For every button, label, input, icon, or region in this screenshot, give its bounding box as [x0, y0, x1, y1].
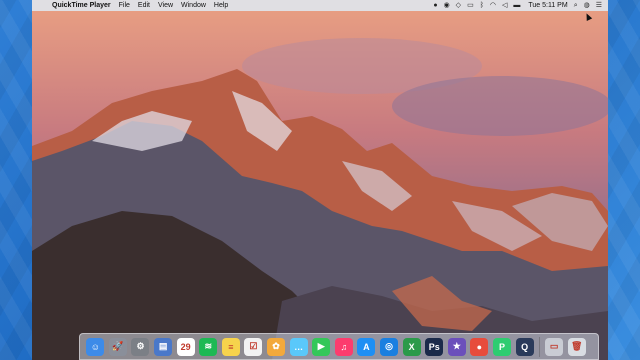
vpn-icon[interactable]: P: [492, 337, 511, 356]
chrome-icon[interactable]: ●: [470, 337, 489, 356]
sierra-mountain-wallpaper: [32, 11, 608, 360]
menu-edit[interactable]: Edit: [138, 2, 150, 9]
calendar-icon[interactable]: 29: [176, 337, 195, 356]
volume-icon[interactable]: ◁: [502, 0, 507, 11]
finder-icon[interactable]: ☺: [86, 337, 105, 356]
menu-clock[interactable]: Tue 5:11 PM: [528, 2, 567, 9]
eye-icon[interactable]: ◉: [444, 0, 450, 11]
photos-icon[interactable]: ✿: [267, 337, 286, 356]
trash-icon[interactable]: 🗑: [567, 337, 586, 356]
menu-file[interactable]: File: [119, 2, 130, 9]
itunes-icon[interactable]: ♫: [334, 337, 353, 356]
xcode-icon[interactable]: X: [402, 337, 421, 356]
reminders-icon[interactable]: ☑: [244, 337, 263, 356]
app-menu-quicktime[interactable]: QuickTime Player: [52, 2, 111, 9]
quicktime-icon[interactable]: Q: [515, 337, 534, 356]
dropbox-icon[interactable]: ◇: [456, 0, 461, 11]
launchpad-icon[interactable]: 🚀: [108, 337, 127, 356]
system-preferences-icon[interactable]: ⚙: [131, 337, 150, 356]
mac-screen: QuickTime Player File Edit View Window H…: [32, 0, 608, 360]
menu-view[interactable]: View: [158, 2, 173, 9]
record-icon[interactable]: ●: [433, 0, 437, 11]
search-icon[interactable]: ⌕: [574, 0, 578, 11]
dock-separator: [538, 336, 540, 357]
menu-bar: QuickTime Player File Edit View Window H…: [32, 0, 608, 11]
spotify-icon[interactable]: ≋: [199, 337, 218, 356]
imovie-icon[interactable]: ★: [447, 337, 466, 356]
safari-icon[interactable]: ◎: [380, 337, 399, 356]
bluetooth-icon[interactable]: ᛒ: [480, 0, 484, 11]
wifi-icon[interactable]: ◠: [490, 0, 496, 11]
downloads-stack-icon[interactable]: ▭: [545, 337, 564, 356]
app-store-icon[interactable]: A: [357, 337, 376, 356]
photoshop-icon[interactable]: Ps: [425, 337, 444, 356]
messages-icon[interactable]: …: [289, 337, 308, 356]
notes-icon[interactable]: ≡: [221, 337, 240, 356]
display-icon[interactable]: ▭: [467, 0, 474, 11]
battery-icon[interactable]: ▬: [513, 0, 520, 11]
menu-window[interactable]: Window: [181, 2, 206, 9]
status-tray: ● ◉ ◇ ▭ ᛒ ◠ ◁ ▬ Tue 5:11 PM ⌕ ◍ ☰: [427, 0, 602, 11]
siri-icon[interactable]: ◍: [584, 0, 590, 11]
notification-center-icon[interactable]: ☰: [596, 0, 602, 11]
dock: ☺ 🚀 ⚙ ▤ 29 ≋ ≡ ☑ ✿… ▶ ♫ A ◎ X Ps ★ ● P Q ▭ 🗑: [79, 333, 599, 360]
preview-icon[interactable]: ▤: [154, 337, 173, 356]
menu-help[interactable]: Help: [214, 2, 228, 9]
facetime-icon[interactable]: ▶: [312, 337, 331, 356]
